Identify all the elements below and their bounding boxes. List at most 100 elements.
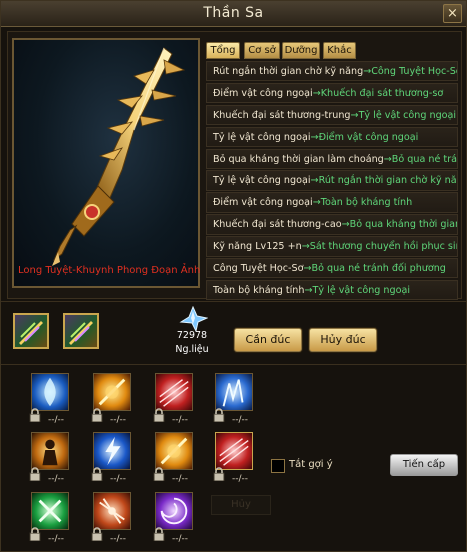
disabled-button: Hủy — [211, 495, 271, 515]
skill-warrior-aura[interactable] — [29, 432, 69, 481]
attribute-to: Công Tuyệt Học-Sơ — [371, 66, 458, 77]
title-bar[interactable]: Thần Sa × — [1, 1, 466, 27]
attribute-row[interactable]: Khuếch đại sát thương-cao→Bỏ qua kháng t… — [206, 214, 458, 235]
purple-vortex-icon — [160, 497, 188, 525]
arrow-icon: → — [312, 87, 321, 99]
equipment-slot-2-icon — [69, 321, 93, 345]
weapon-image: Long Tuyệt-Khuynh Phong Đoạn Ảnh — [12, 38, 200, 288]
skill-level: --/-- — [232, 474, 249, 484]
skill-purple-vortex[interactable] — [153, 492, 193, 541]
attribute-row[interactable]: Tỷ lệ vật công ngoại→Điểm vật công ngoại — [206, 126, 458, 148]
advance-button[interactable]: Tiến cấp — [390, 454, 458, 476]
sword-icon — [52, 47, 186, 266]
skill-ice-shard[interactable] — [213, 373, 253, 422]
green-cross-icon — [38, 499, 62, 523]
skill-red-slash[interactable] — [153, 373, 193, 422]
arrow-icon: → — [301, 241, 310, 253]
attribute-to: Tỷ lệ vật công ngoại — [358, 109, 457, 121]
skill-fire-strike[interactable] — [91, 373, 131, 422]
lock-icon — [29, 527, 41, 541]
attribute-from: Điểm vật công ngoại — [213, 197, 313, 209]
attribute-row[interactable]: Bỏ qua kháng thời gian làm choáng→Bỏ qua… — [206, 148, 458, 169]
attribute-to: Rút ngắn thời gian chờ kỹ năng — [318, 175, 458, 187]
attribute-to: Bỏ qua né tránh — [391, 153, 458, 165]
lock-icon — [153, 527, 165, 541]
disable-hint-checkbox[interactable] — [271, 459, 285, 473]
close-button[interactable]: × — [443, 4, 462, 23]
attribute-row[interactable]: Điểm vật công ngoại→Khuếch đại sát thươn… — [206, 82, 458, 104]
attribute-from: Tỷ lệ vật công ngoại — [213, 175, 311, 187]
ice-shard-icon — [222, 379, 244, 407]
cancel-refine-button[interactable]: Hủy đúc — [309, 328, 377, 352]
attribute-row[interactable]: Khuếch đại sát thương-trung→Tỷ lệ vật cô… — [206, 104, 458, 126]
warrior-aura-icon — [42, 439, 58, 466]
arrow-icon: → — [304, 284, 313, 296]
arrow-icon: → — [303, 263, 312, 275]
attribute-to: Bỏ qua kháng thời gian t — [349, 219, 458, 231]
tab-khac[interactable]: Khắc — [323, 42, 356, 59]
crystal-icon[interactable] — [178, 306, 208, 332]
refine-button[interactable]: Cần đúc — [234, 328, 302, 352]
attribute-from: Khuếch đại sát thương-trung — [213, 109, 351, 121]
arrow-icon: → — [310, 175, 319, 187]
window-title: Thần Sa — [203, 5, 264, 21]
tab-tong[interactable]: Tổng — [206, 42, 240, 59]
fire-strike-icon — [160, 437, 188, 465]
tab-co-so[interactable]: Cơ sở — [244, 42, 280, 59]
attribute-from: Toàn bộ kháng tính — [213, 284, 305, 296]
lock-icon — [91, 408, 103, 422]
lock-icon — [29, 408, 41, 422]
blade-dance-icon — [99, 498, 125, 524]
lock-icon — [29, 467, 41, 481]
lock-icon — [91, 467, 103, 481]
skill-level: --/-- — [172, 415, 189, 425]
arrow-icon: → — [310, 131, 319, 143]
lock-icon — [153, 467, 165, 481]
skill-level: --/-- — [110, 415, 127, 425]
material-label: Ng.liệu — [175, 344, 209, 355]
skill-red-slash-2[interactable] — [213, 432, 253, 481]
equipment-slot-1-icon — [19, 321, 43, 345]
attribute-row[interactable]: Tỷ lệ vật công ngoại→Rút ngắn thời gian … — [206, 170, 458, 191]
weapon-panel: Long Tuyệt-Khuynh Phong Đoạn Ảnh Tổng Cơ… — [7, 31, 462, 301]
skill-level: --/-- — [110, 534, 127, 544]
lock-icon — [153, 408, 165, 422]
skill-lightning[interactable] — [91, 432, 131, 481]
skill-level: --/-- — [48, 534, 65, 544]
red-slash-icon — [159, 379, 189, 407]
lock-icon — [213, 408, 225, 422]
red-slash-icon — [219, 438, 249, 466]
attribute-to: Sát thương chuyển hồi phục sinh — [309, 241, 458, 253]
attribute-to: Toàn bộ kháng tính — [320, 197, 413, 209]
weapon-name: Long Tuyệt-Khuynh Phong Đoạn Ảnh — [18, 265, 201, 276]
blue-flame-icon — [44, 377, 56, 407]
skill-green-cross[interactable] — [29, 492, 69, 541]
skill-blade-dance[interactable] — [91, 492, 131, 541]
attribute-from: Kỹ năng Lv125 +n — [213, 241, 302, 253]
skill-level: --/-- — [48, 474, 65, 484]
than-sa-window: Thần Sa × Long Tuyệt-Khuynh Phong Đoạn Ả… — [0, 0, 467, 552]
equipment-slot-2[interactable] — [63, 313, 99, 349]
tab-duong[interactable]: Dưỡng — [282, 42, 320, 59]
lock-icon — [213, 467, 225, 481]
skill-level: --/-- — [172, 474, 189, 484]
skill-blue-flame[interactable] — [29, 373, 69, 422]
attribute-row[interactable]: Điểm vật công ngoại→Toàn bộ kháng tính — [206, 192, 458, 213]
arrow-icon: → — [312, 197, 321, 209]
equipment-slot-1[interactable] — [13, 313, 49, 349]
disable-hint-label[interactable]: Tắt gợi ý — [289, 459, 333, 470]
skill-level: --/-- — [232, 415, 249, 425]
attribute-row[interactable]: Công Tuyệt Học-Sơ→Bỏ qua né tránh đối ph… — [206, 258, 458, 279]
arrow-icon: → — [350, 109, 359, 121]
attribute-from: Bỏ qua kháng thời gian làm choáng — [213, 153, 384, 165]
skill-level: --/-- — [48, 415, 65, 425]
attribute-row[interactable]: Toàn bộ kháng tính→Tỷ lệ vật công ngoại — [206, 279, 458, 301]
skill-fire-strike-2[interactable] — [153, 432, 193, 481]
attribute-row[interactable]: Rút ngắn thời gian chờ kỹ năng→Công Tuyệ… — [206, 61, 458, 82]
attribute-row[interactable]: Kỹ năng Lv125 +n→Sát thương chuyển hồi p… — [206, 236, 458, 257]
fire-strike-icon — [98, 378, 126, 406]
arrow-icon: → — [341, 219, 350, 231]
attribute-to: Khuếch đại sát thương-sơ — [320, 87, 444, 99]
attribute-from: Khuếch đại sát thương-cao — [213, 219, 342, 231]
skill-level: --/-- — [172, 534, 189, 544]
